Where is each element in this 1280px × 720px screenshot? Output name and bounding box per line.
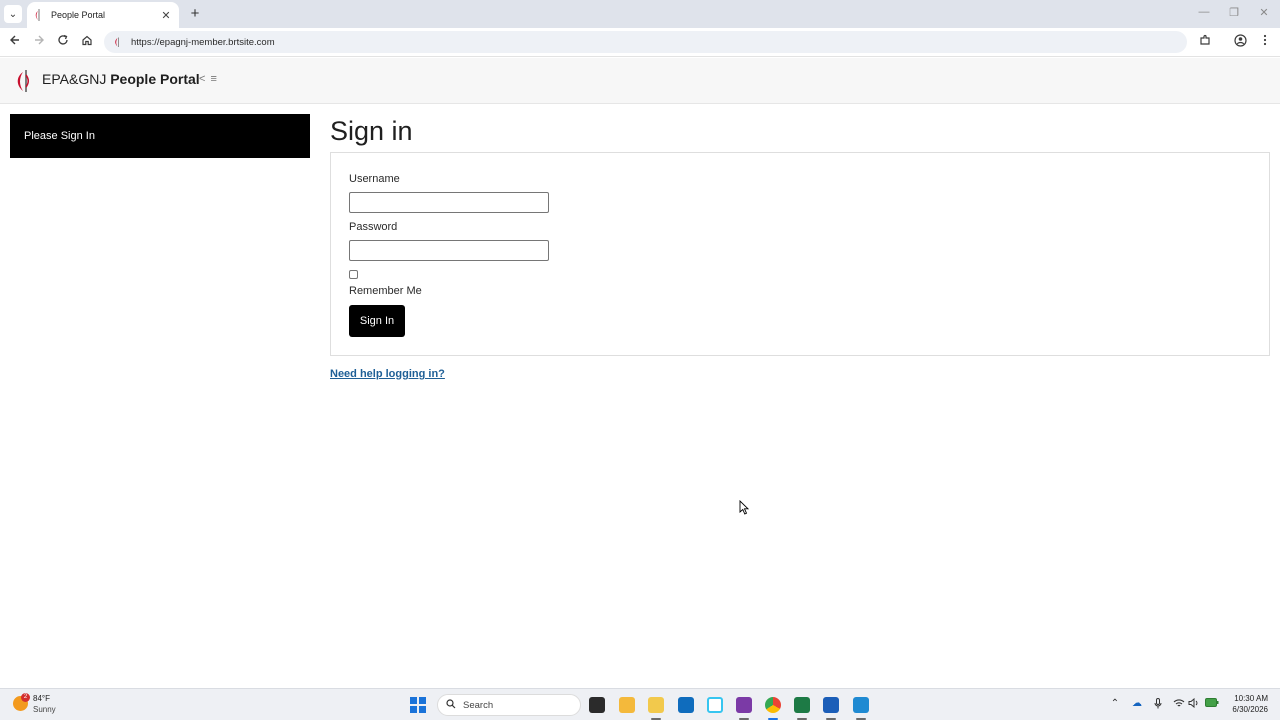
search-placeholder: Search [463,699,494,711]
microphone-icon[interactable] [1151,698,1165,712]
browser-toolbar: https://epagnj-member.brtsite.com [0,28,1280,57]
excel-icon[interactable] [794,697,810,713]
weather-badge: 2 [21,693,30,702]
username-input[interactable] [349,192,549,213]
username-label: Username [349,173,400,185]
site-info-icon[interactable] [113,37,123,47]
tab-title: People Portal [51,10,106,20]
site-header: EPA&GNJ People Portal < ≡ [0,58,1280,104]
church-logo-icon[interactable] [15,69,33,93]
chevron-up-icon[interactable]: ⌃ [1108,698,1122,709]
tab-close-icon[interactable]: ✕ [159,9,173,22]
page-title: Sign in [330,116,413,146]
sidebar-item-label: Please Sign In [24,130,95,142]
terminal-icon[interactable] [589,697,605,713]
taskbar-search[interactable]: Search [437,694,581,716]
search-icon [446,698,456,712]
password-input[interactable] [349,240,549,261]
remote-app-icon[interactable] [853,697,869,713]
brand-prefix: EPA&GNJ [42,71,107,87]
weather-temperature[interactable]: 84°F [33,694,50,703]
browser-tab[interactable]: People Portal ✕ [27,2,179,28]
chrome-icon[interactable] [765,697,781,713]
sign-in-button[interactable]: Sign In [349,305,405,337]
start-windows-icon[interactable] [410,697,426,713]
wifi-icon[interactable] [1172,698,1186,711]
address-bar[interactable]: https://epagnj-member.brtsite.com [104,31,1187,53]
sidebar-item-please-sign-in[interactable]: Please Sign In [10,114,310,158]
church-logo-icon [33,9,43,21]
clock-date[interactable]: 6/30/2026 [1222,705,1268,714]
signin-form: Username Password Remember Me Sign In [330,152,1270,356]
extensions-icon[interactable] [1197,34,1213,50]
weather-condition[interactable]: Sunny [33,705,56,714]
new-tab-button[interactable]: + [186,5,204,23]
brand-title[interactable]: EPA&GNJ People Portal [42,71,200,87]
password-label: Password [349,221,398,233]
battery-icon[interactable] [1205,698,1219,710]
minimize-icon[interactable]: — [1197,6,1211,18]
brand-name: People Portal [110,71,200,87]
slack-icon[interactable] [707,697,723,713]
home-icon[interactable] [79,34,95,50]
volume-icon[interactable] [1187,697,1201,711]
taskbar: 2 84°F Sunny Search ⌃ ☁ 10:30 AM 6/30/20… [0,688,1280,720]
back-icon[interactable] [7,34,23,50]
tab-list-icon[interactable]: ⌄ [4,5,22,23]
onenote-icon[interactable] [736,697,752,713]
reload-icon[interactable] [55,34,71,50]
word-icon[interactable] [823,697,839,713]
remember-me-checkbox[interactable] [349,270,358,279]
profile-icon[interactable] [1232,34,1248,50]
sticky-notes-icon[interactable] [619,697,635,713]
help-login-link[interactable]: Need help logging in? [330,368,445,380]
outlook-icon[interactable] [678,697,694,713]
menu-icon[interactable] [1257,34,1273,50]
url-text: https://epagnj-member.brtsite.com [131,36,275,48]
browser-tab-strip: ⌄ People Portal ✕ + — ❐ ✕ [0,0,1280,28]
close-window-icon[interactable]: ✕ [1257,6,1271,19]
remember-me-label: Remember Me [349,285,422,297]
mouse-cursor-icon [739,499,750,515]
forward-icon[interactable] [31,34,47,50]
sidebar-toggle-icon[interactable]: < ≡ [199,73,218,85]
clock-time[interactable]: 10:30 AM [1222,694,1268,703]
onedrive-icon[interactable]: ☁ [1130,698,1144,709]
restore-icon[interactable]: ❐ [1227,6,1241,19]
file-explorer-icon[interactable] [648,697,664,713]
